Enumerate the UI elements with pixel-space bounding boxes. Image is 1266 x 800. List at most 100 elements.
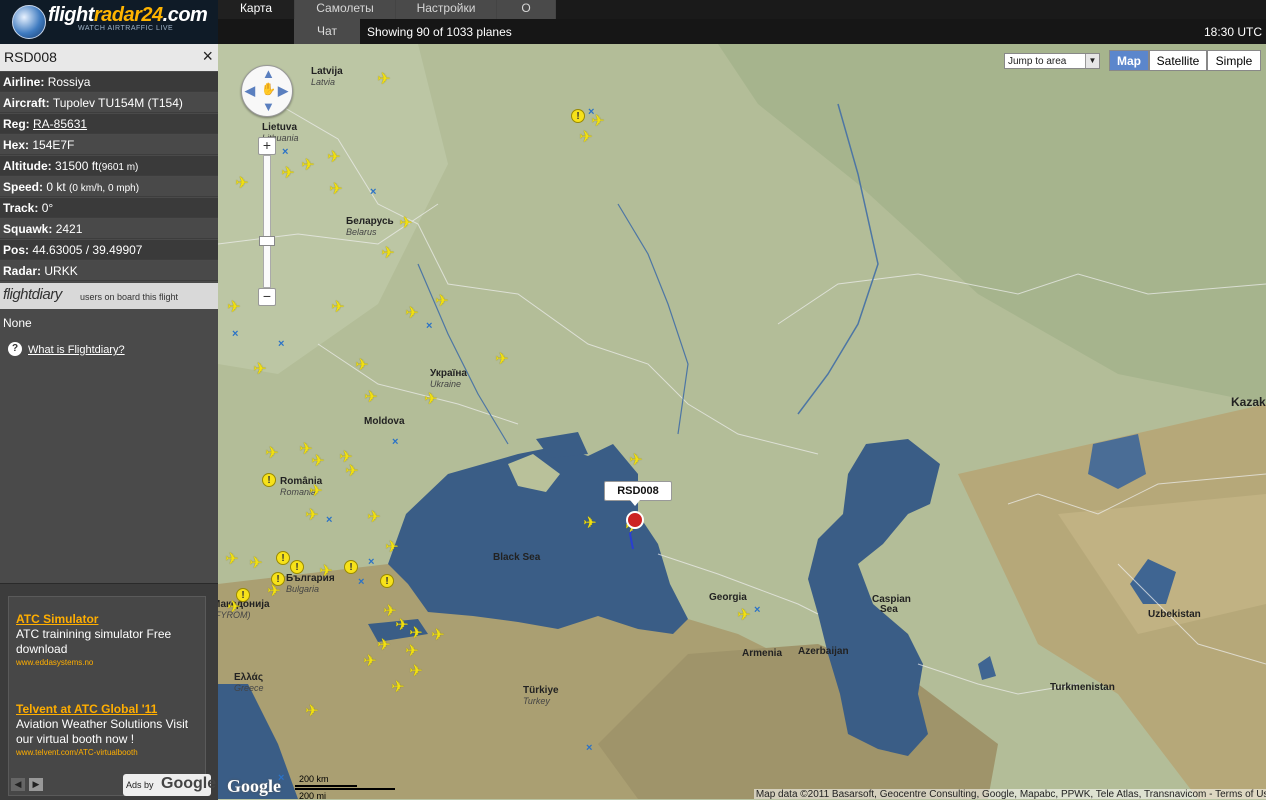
airplane-icon[interactable]: ✈ (354, 358, 370, 374)
airplane-icon[interactable]: ✈ (736, 608, 752, 624)
reg-link[interactable]: RA-85631 (33, 117, 87, 131)
airplane-icon[interactable]: ✈ (404, 306, 420, 322)
map-label-turkmenistan: Turkmenistan (1050, 682, 1115, 693)
ad-url[interactable]: www.eddasystems.no (16, 658, 93, 667)
pan-right-icon[interactable]: ▶ (278, 83, 288, 99)
airplane-icon[interactable]: ✈ (380, 246, 396, 262)
top-navigation: Карта Самолеты Настройки О Чат Showing 9… (218, 0, 1266, 44)
radar-station-icon: × (586, 742, 593, 754)
selected-flight-label: RSD008 (604, 481, 672, 506)
info-marker-icon[interactable]: ! (344, 560, 358, 574)
airplane-icon[interactable]: ✈ (363, 390, 379, 406)
tab-aircraft[interactable]: Самолеты (295, 0, 396, 19)
airplane-icon[interactable]: ✈ (376, 638, 392, 654)
map-label-caspian-sea: Sea (880, 604, 898, 615)
zoom-out-button[interactable]: − (258, 288, 276, 306)
tab-settings[interactable]: Настройки (396, 0, 497, 19)
info-marker-icon[interactable]: ! (276, 551, 290, 565)
airplane-icon[interactable]: ✈ (582, 516, 598, 532)
ad-url[interactable]: www.telvent.com/ATC-virtualbooth (16, 748, 138, 757)
pan-left-icon[interactable]: ◀ (245, 83, 255, 99)
airplane-icon[interactable]: ✈ (224, 552, 240, 568)
tab-map[interactable]: Карта (218, 0, 295, 19)
airplane-icon[interactable]: ✈ (252, 362, 268, 378)
ad-next-button[interactable]: ▶ (29, 778, 43, 791)
airplane-icon[interactable]: ✈ (344, 464, 360, 480)
zoom-in-button[interactable]: + (258, 137, 276, 155)
map-type-map[interactable]: Map (1109, 50, 1149, 71)
ad-prev-button[interactable]: ◀ (11, 778, 25, 791)
map-attribution[interactable]: Map data ©2011 Basarsoft, Geocentre Cons… (753, 789, 1266, 799)
info-marker-icon[interactable]: ! (571, 109, 585, 123)
jump-to-area-select[interactable]: Jump to area ▼ (1004, 53, 1100, 69)
ad-title[interactable]: Telvent at ATC Global '11 (16, 702, 157, 716)
zoom-slider-handle[interactable] (259, 236, 275, 246)
pan-control[interactable]: ▲ ◀ ▶ ▼ ✋ (241, 65, 293, 117)
tab-chat[interactable]: Чат (294, 19, 360, 44)
airplane-icon[interactable]: ✈ (578, 130, 594, 146)
info-marker-icon[interactable]: ! (380, 574, 394, 588)
radar-station-icon: × (370, 186, 377, 198)
airplane-icon[interactable]: ✈ (423, 392, 439, 408)
flightdiary-caption: users on board this flight (80, 292, 179, 302)
map-type-simple[interactable]: Simple (1207, 50, 1261, 71)
airplane-icon[interactable]: ✈ (304, 704, 320, 720)
info-marker-icon[interactable]: ! (271, 572, 285, 586)
info-hex: Hex: 154E7F (0, 135, 218, 155)
airplane-icon[interactable]: ✈ (404, 644, 420, 660)
chevron-down-icon: ▼ (1085, 54, 1099, 68)
airplane-icon[interactable]: ✈ (434, 294, 450, 310)
airplane-icon[interactable]: ✈ (300, 158, 316, 174)
info-marker-icon[interactable]: ! (290, 560, 304, 574)
airplane-icon[interactable]: ✈ (304, 508, 320, 524)
sub-bar: Чат Showing 90 of 1033 planes 18:30 UTC (218, 19, 1266, 44)
info-aircraft: Aircraft: Tupolev TU154M (T154) (0, 93, 218, 113)
airplane-icon[interactable]: ✈ (308, 484, 324, 500)
site-logo[interactable]: flightradar24.com WATCH AIRTRAFFIC LIVE (0, 0, 218, 44)
pan-down-icon[interactable]: ▼ (262, 99, 275, 114)
airplane-icon[interactable]: ✈ (326, 150, 342, 166)
airplane-icon[interactable]: ✈ (266, 584, 282, 600)
airplane-icon[interactable]: ✈ (390, 680, 406, 696)
airplane-icon[interactable]: ✈ (494, 352, 510, 368)
radar-station-icon: × (392, 436, 399, 448)
airplane-icon[interactable]: ✈ (310, 454, 326, 470)
google-logo[interactable]: Google (227, 776, 281, 797)
ad-title[interactable]: ATC Simulator (16, 612, 98, 626)
flight-map[interactable]: Latvija Latvia Lietuva Lithuania Беларусь B… (218, 44, 1266, 799)
airplane-icon[interactable]: ✈ (328, 182, 344, 198)
info-marker-icon[interactable]: ! (236, 588, 250, 602)
airplane-icon[interactable]: ✈ (330, 300, 346, 316)
airplane-icon[interactable]: ✈ (226, 600, 242, 616)
hand-icon[interactable]: ✋ (261, 82, 276, 96)
airplane-icon[interactable]: ✈ (264, 446, 280, 462)
help-icon: ? (8, 342, 22, 356)
what-is-flightdiary-link[interactable]: What is Flightdiary? (28, 344, 125, 356)
airplane-icon[interactable]: ✈ (362, 654, 378, 670)
airplane-icon[interactable]: ✈ (408, 626, 424, 642)
airplane-icon[interactable]: ✈ (280, 166, 296, 182)
zoom-slider[interactable] (263, 155, 271, 288)
map-scale: 200 km 200 mi (295, 774, 395, 799)
map-label-georgia: Georgia (709, 592, 747, 603)
close-icon[interactable]: × (202, 46, 213, 67)
main-tabs: Карта Самолеты Настройки О (218, 0, 1266, 19)
airplane-icon[interactable]: ✈ (366, 510, 382, 526)
airplane-icon[interactable]: ✈ (430, 628, 446, 644)
map-type-satellite[interactable]: Satellite (1149, 50, 1207, 71)
airplane-icon[interactable]: ✈ (628, 453, 644, 469)
info-marker-icon[interactable]: ! (262, 473, 276, 487)
selected-flight-marker[interactable] (626, 511, 644, 529)
airplane-icon[interactable]: ✈ (384, 540, 400, 556)
pan-up-icon[interactable]: ▲ (262, 66, 275, 81)
airplane-icon[interactable]: ✈ (318, 564, 334, 580)
flightdiary-logo: flightdiary (3, 286, 62, 303)
ads-by-google[interactable]: Ads by Google (123, 774, 216, 796)
airplane-icon[interactable]: ✈ (234, 176, 250, 192)
airplane-icon[interactable]: ✈ (226, 300, 242, 316)
airplane-icon[interactable]: ✈ (398, 216, 414, 232)
airplane-icon[interactable]: ✈ (248, 556, 264, 572)
airplane-icon[interactable]: ✈ (376, 72, 392, 88)
tab-about[interactable]: О (497, 0, 556, 19)
airplane-icon[interactable]: ✈ (408, 664, 424, 680)
